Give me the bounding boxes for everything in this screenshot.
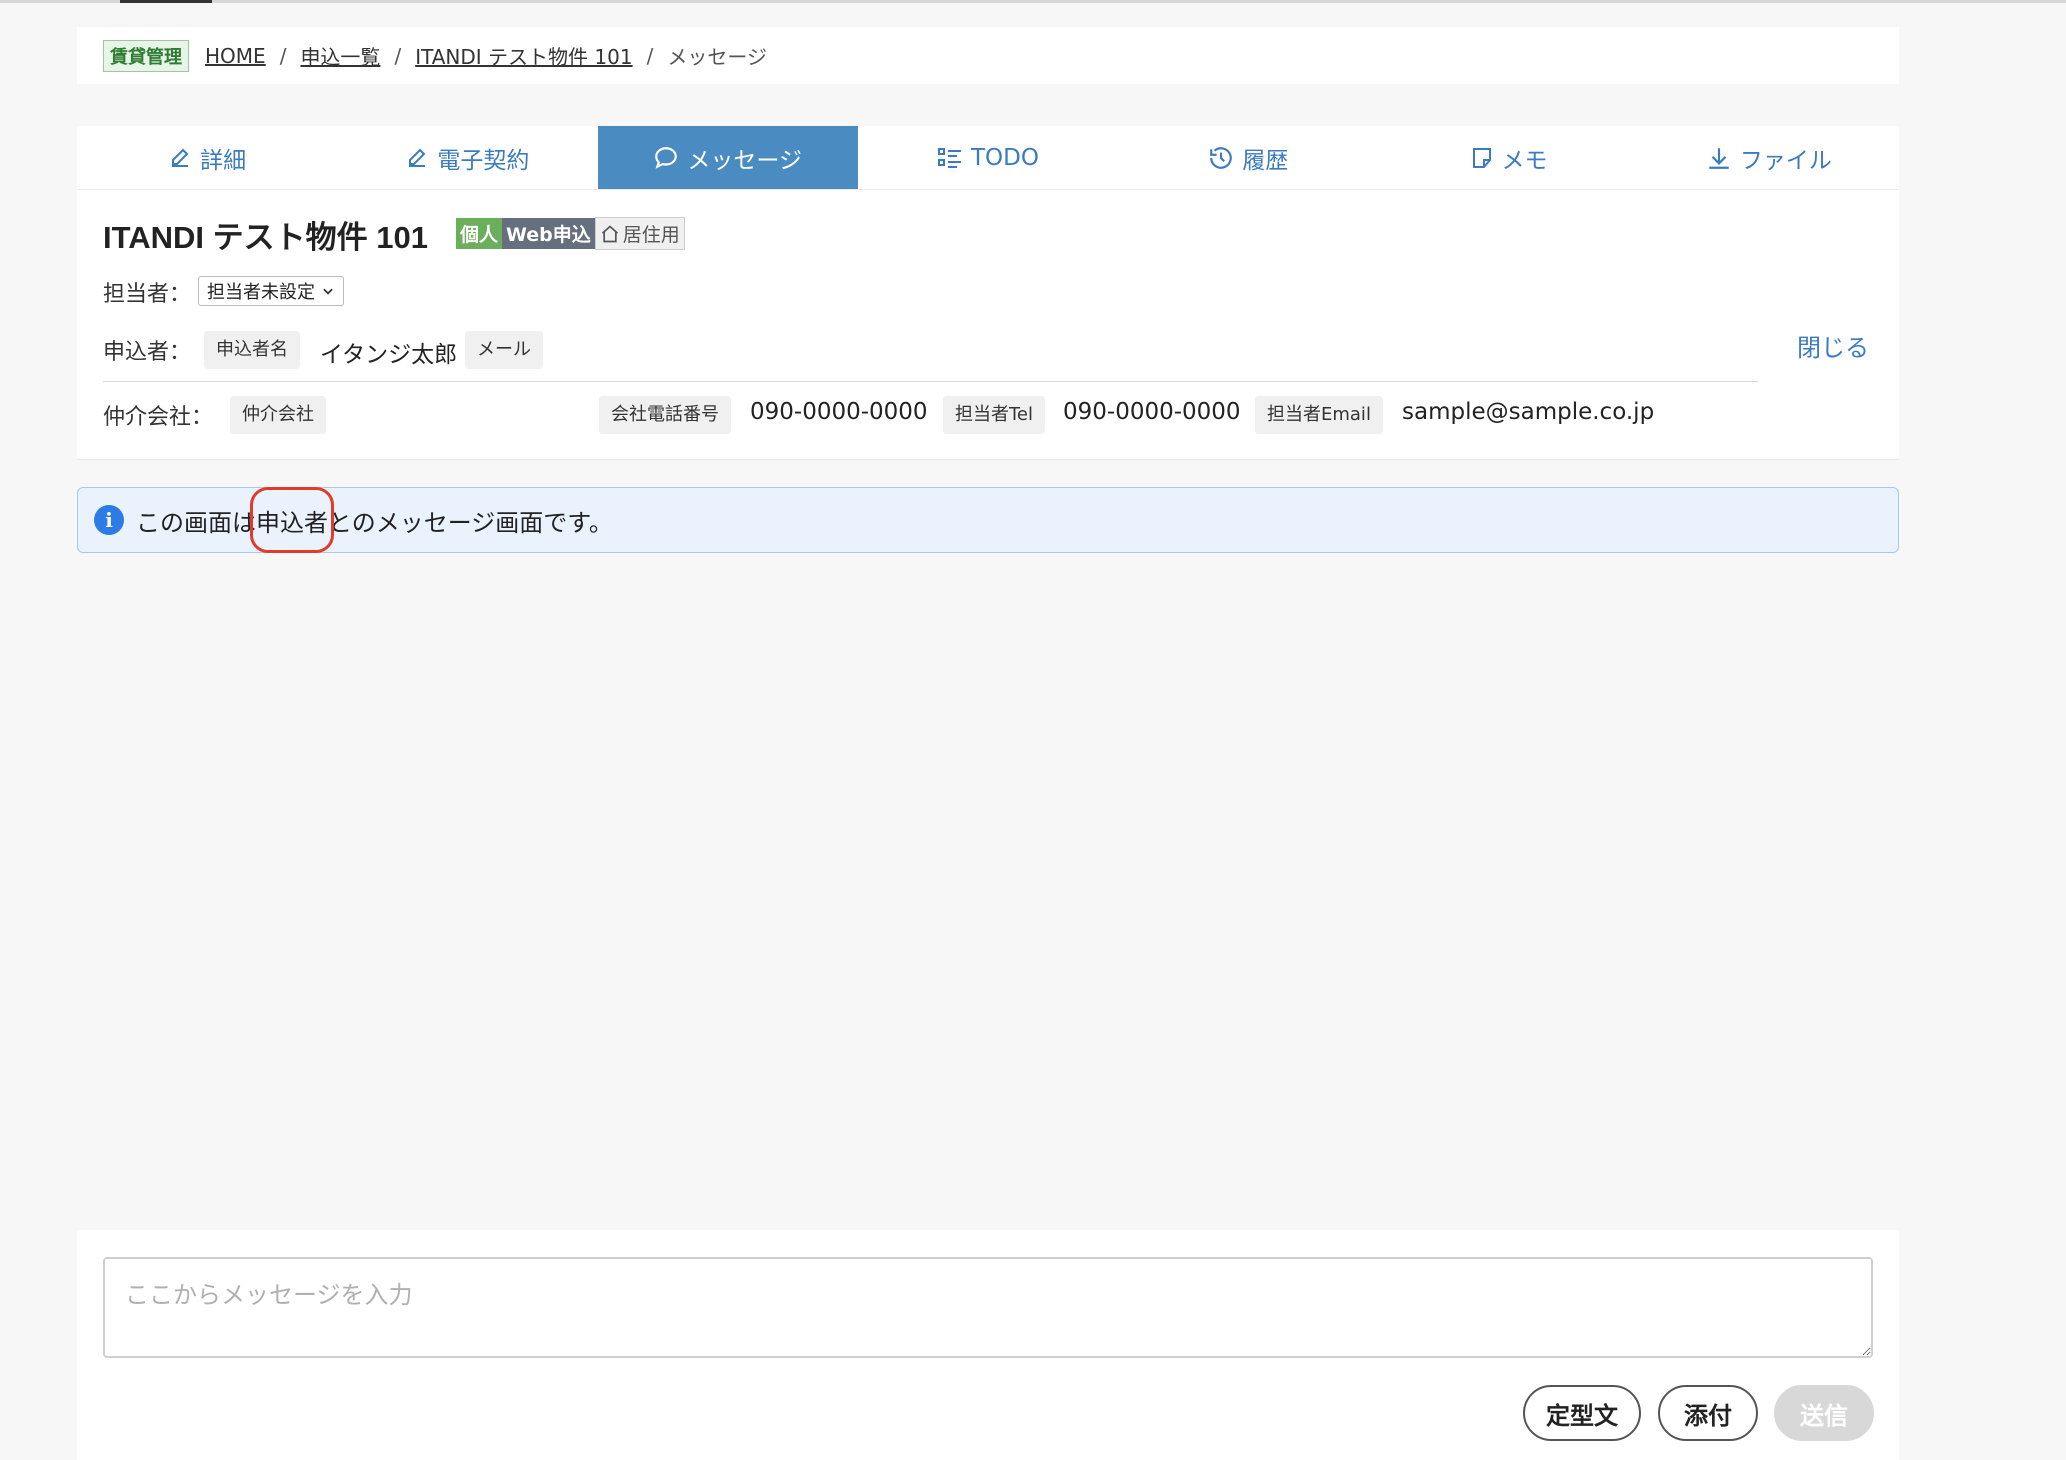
page-title: ITANDI テスト物件 101: [103, 220, 428, 255]
close-link[interactable]: 閉じる: [1797, 328, 1869, 363]
tab-todo[interactable]: TODO: [858, 126, 1118, 189]
broker-company-chip: 仲介会社: [230, 396, 326, 434]
application-info-panel: ITANDI テスト物件 101 個人 Web申込 居住用 担当者： 担当者未設…: [77, 190, 1899, 460]
tab-label: メッセージ: [687, 147, 802, 174]
history-icon: [1208, 145, 1234, 171]
assignee-label: 担当者：: [103, 282, 192, 307]
house-icon: [600, 224, 620, 244]
property-badges: 個人 Web申込 居住用: [456, 217, 685, 250]
breadcrumb-home[interactable]: HOME: [205, 44, 266, 68]
web-application-badge: Web申込: [502, 218, 595, 249]
applicant-name-chip: 申込者名: [204, 331, 300, 369]
personal-badge: 個人: [456, 218, 503, 249]
info-icon: i: [94, 505, 124, 535]
top-border: [0, 0, 2066, 3]
tab-label: メモ: [1501, 147, 1548, 174]
breadcrumb: 賃貸管理 HOME / 申込一覧 / ITANDI テスト物件 101 / メッ…: [77, 27, 1899, 84]
note-icon: [1470, 146, 1494, 170]
checklist-icon: [937, 146, 963, 170]
tab-label: ファイル: [1739, 147, 1832, 174]
applicant-label: 申込者：: [103, 340, 192, 365]
send-button[interactable]: 送信: [1774, 1385, 1874, 1441]
residential-label: 居住用: [622, 224, 680, 246]
breadcrumb-current: メッセージ: [667, 45, 767, 69]
tab-messages[interactable]: メッセージ: [597, 126, 858, 189]
company-phone: 090-0000-0000: [750, 399, 928, 425]
staff-tel: 090-0000-0000: [1063, 399, 1241, 425]
tab-files[interactable]: ファイル: [1639, 126, 1899, 189]
pencil-icon: [168, 146, 192, 170]
breadcrumb-separator: /: [646, 43, 654, 68]
mail-chip: メール: [465, 331, 543, 369]
tab-history[interactable]: 履歴: [1118, 126, 1378, 189]
residential-badge: 居住用: [594, 217, 685, 250]
applicant-name: イタンジ太郎: [320, 342, 458, 368]
attach-button[interactable]: 添付: [1658, 1385, 1758, 1441]
notice-text-pre: この画面は: [136, 508, 256, 537]
message-input[interactable]: [103, 1257, 1873, 1358]
chevron-down-icon: [321, 284, 335, 298]
tab-label: 電子契約: [437, 147, 530, 174]
highlight-ring: [250, 486, 334, 553]
breadcrumb-separator: /: [394, 43, 402, 68]
breadcrumb-separator: /: [279, 43, 287, 68]
message-composer: 定型文 添付 送信: [77, 1230, 1899, 1460]
breadcrumb-application-list[interactable]: 申込一覧: [300, 41, 380, 70]
top-border-accent: [120, 0, 212, 3]
tab-label: TODO: [971, 144, 1039, 171]
tab-label: 履歴: [1242, 147, 1289, 174]
section-badge: 賃貸管理: [103, 39, 189, 72]
info-notice: i この画面は 申込者 とのメッセージ画面です。: [77, 486, 1899, 553]
staff-email: sample@sample.co.jp: [1402, 399, 1655, 425]
tab-bar: 詳細 電子契約 メッセージ TODO 履歴 メモ ファイル: [77, 126, 1899, 190]
divider: [103, 381, 1758, 382]
tab-memo[interactable]: メモ: [1378, 126, 1638, 189]
tab-details[interactable]: 詳細: [77, 126, 337, 189]
template-button[interactable]: 定型文: [1523, 1385, 1641, 1441]
assignee-select[interactable]: 担当者未設定: [198, 276, 344, 306]
pencil-icon: [405, 146, 429, 170]
notice-text-post: とのメッセージ画面です。: [328, 508, 613, 537]
staff-email-chip: 担当者Email: [1255, 396, 1383, 434]
assignee-selected-value: 担当者未設定: [207, 282, 315, 303]
staff-tel-chip: 担当者Tel: [943, 396, 1046, 434]
company-phone-chip: 会社電話番号: [599, 396, 731, 434]
download-icon: [1706, 145, 1732, 171]
tab-e-contract[interactable]: 電子契約: [337, 126, 597, 189]
breadcrumb-property[interactable]: ITANDI テスト物件 101: [415, 41, 632, 70]
chat-bubble-icon: [653, 145, 679, 171]
tab-label: 詳細: [200, 147, 247, 174]
broker-label: 仲介会社：: [103, 405, 214, 430]
notice-highlight: 申込者: [250, 486, 334, 553]
